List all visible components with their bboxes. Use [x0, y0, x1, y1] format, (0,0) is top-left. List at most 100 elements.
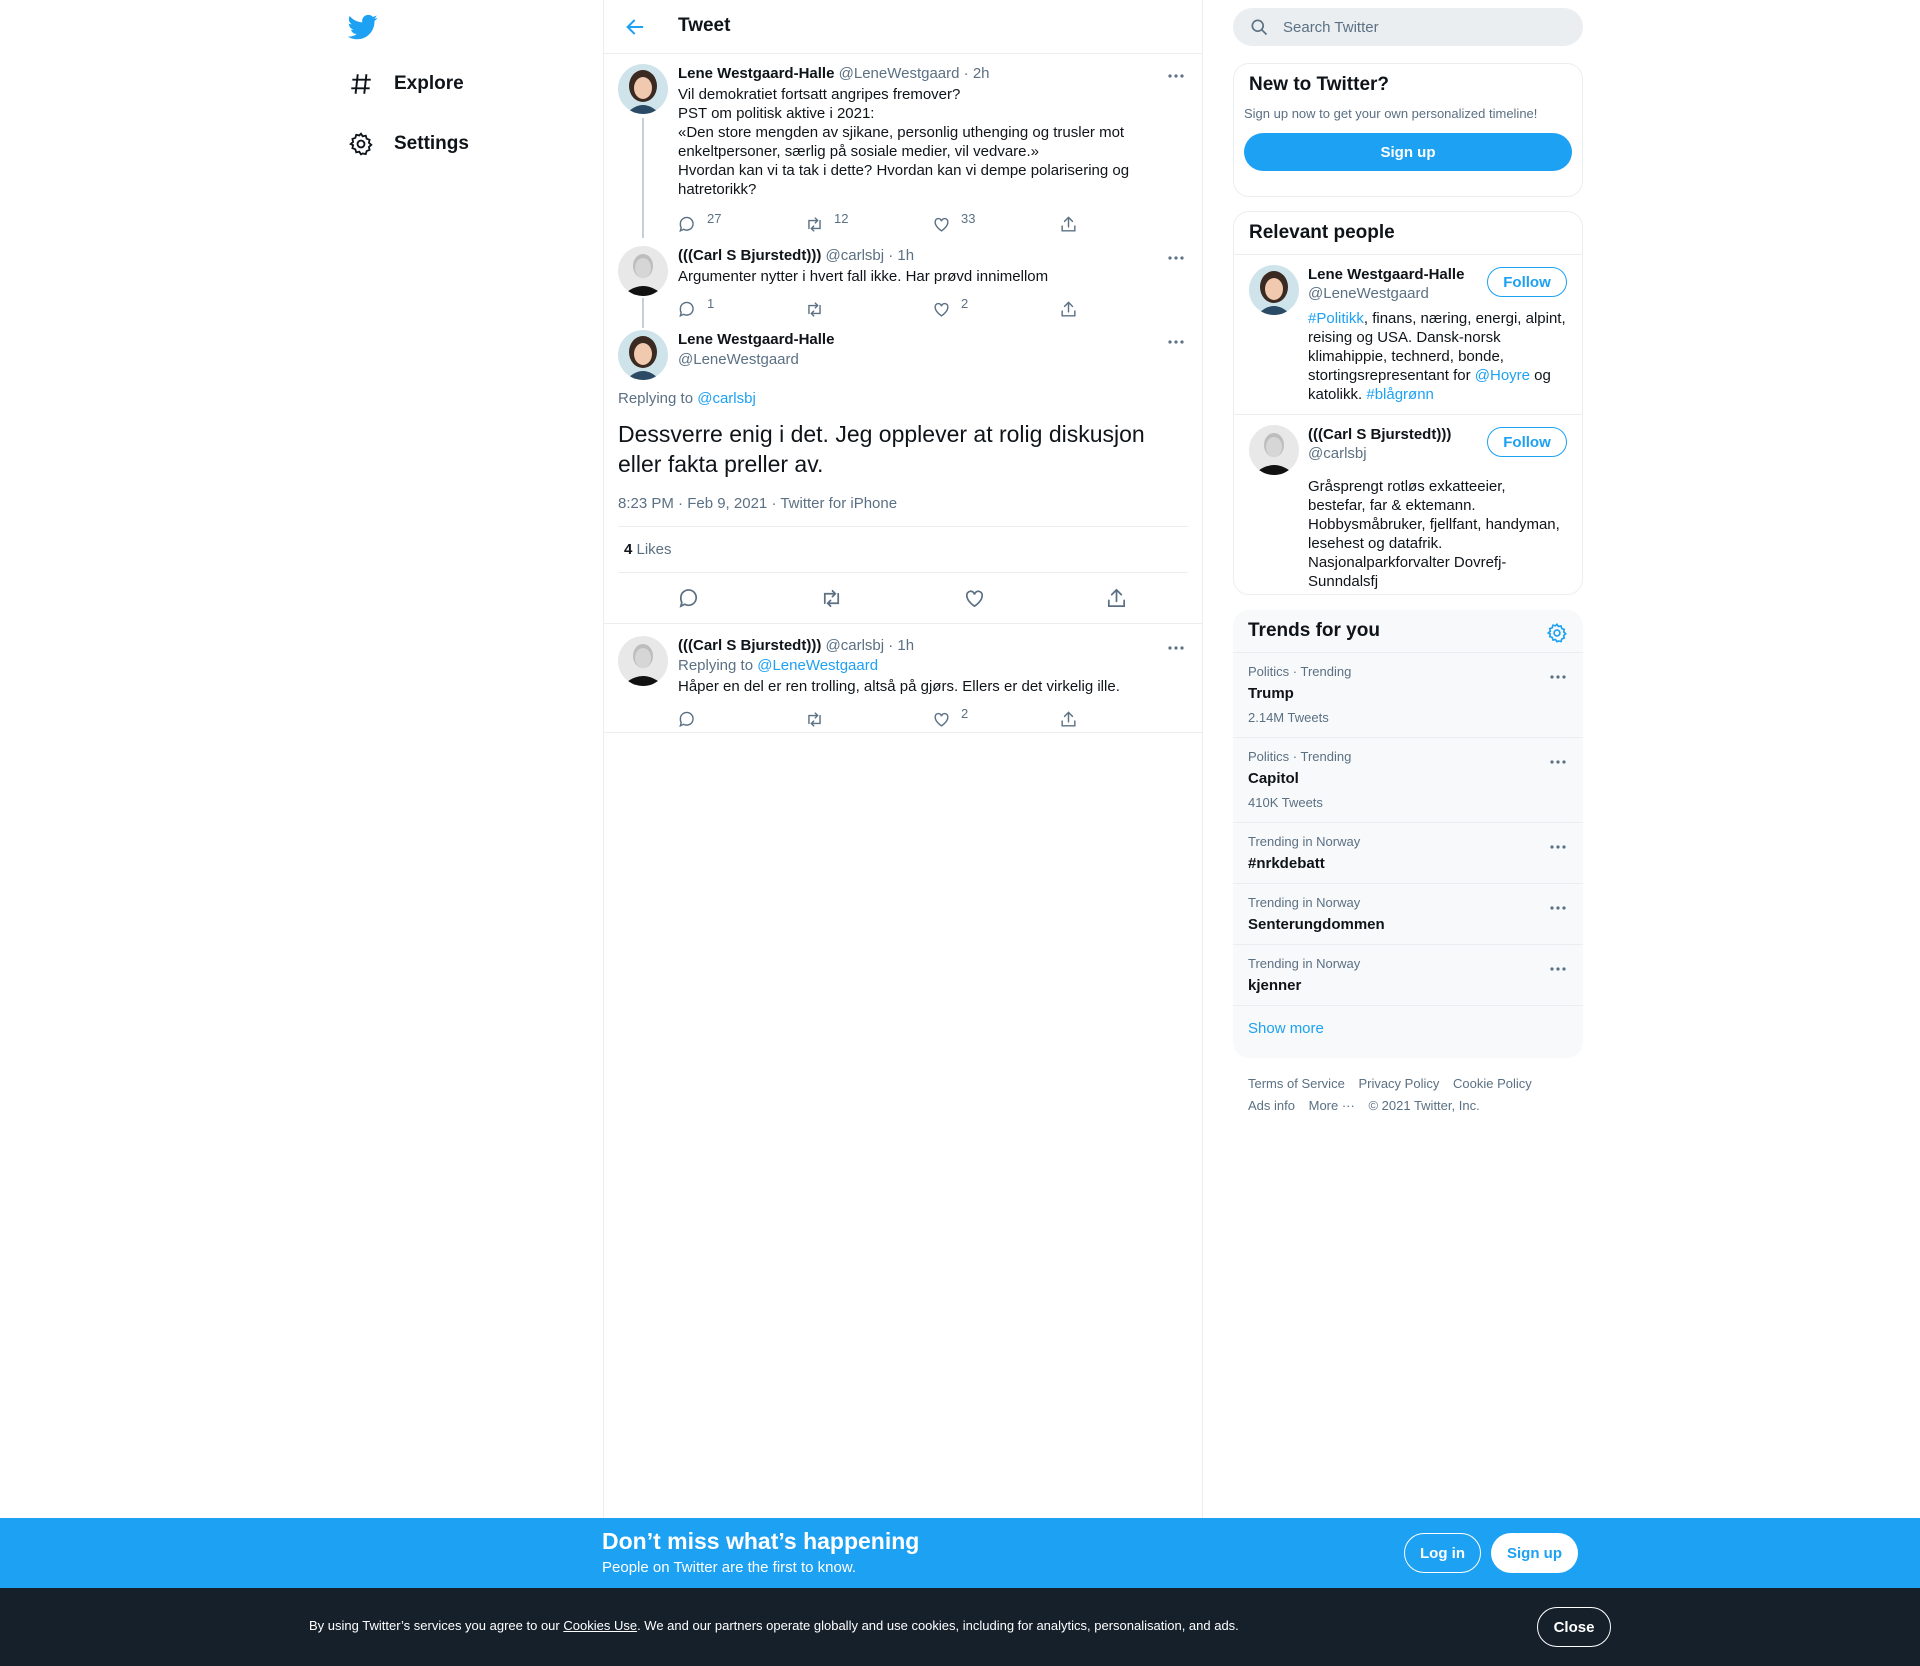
card-subtitle: Sign up now to get your own personalized…	[1244, 106, 1538, 121]
follow-button[interactable]: Follow	[1487, 267, 1567, 297]
share-button[interactable]	[1059, 300, 1186, 319]
author-handle[interactable]: @carlsbj	[826, 637, 885, 654]
tweet-header: (((Carl S Bjurstedt))) @carlsbj · 1h	[678, 246, 1186, 266]
author-handle[interactable]: @LeneWestgaard	[678, 350, 1188, 370]
cookies-use-link[interactable]: Cookies Use	[563, 1618, 637, 1633]
tweet-time[interactable]: · 1h	[888, 637, 914, 654]
trend-item[interactable]: Politics · Trending Capitol 410K Tweets	[1233, 737, 1583, 822]
share-icon[interactable]	[1105, 587, 1128, 610]
avatar[interactable]	[1249, 265, 1299, 315]
share-icon	[1061, 215, 1076, 232]
trend-item[interactable]: Trending in Norway kjenner	[1233, 944, 1583, 1005]
avatar[interactable]	[618, 636, 668, 686]
nav-explore[interactable]: Explore	[348, 64, 464, 104]
retweet-icon[interactable]	[820, 587, 843, 610]
share-button[interactable]	[1059, 215, 1186, 234]
tweet-text: Vil demokratiet fortsatt angripes fremov…	[678, 85, 1186, 199]
heart-icon[interactable]	[963, 587, 986, 610]
retweet-button[interactable]	[805, 300, 932, 319]
trend-item[interactable]: Trending in Norway #nrkdebatt	[1233, 822, 1583, 883]
like-button[interactable]: 2	[932, 296, 1059, 319]
more-options-icon[interactable]	[1166, 66, 1186, 86]
more-options-icon[interactable]	[1166, 638, 1186, 658]
log-in-button[interactable]: Log in	[1404, 1533, 1481, 1573]
thread-tweet[interactable]: (((Carl S Bjurstedt))) @carlsbj · 1h Arg…	[604, 232, 1202, 328]
author-handle[interactable]: @carlsbj	[826, 247, 885, 264]
reply-icon[interactable]	[678, 587, 701, 610]
search-box[interactable]	[1233, 8, 1583, 46]
like-count: 33	[961, 210, 976, 226]
reply-tweet[interactable]: (((Carl S Bjurstedt))) @carlsbj · 1h Rep…	[604, 623, 1202, 733]
replying-to-link[interactable]: @LeneWestgaard	[757, 657, 878, 674]
main-column: Tweet Lene Westgaard-Halle @LeneWestgaar…	[603, 0, 1203, 1520]
hashtag-link[interactable]: #Politikk	[1308, 310, 1364, 327]
thread-line	[642, 118, 644, 238]
hashtag-link[interactable]: #blågrønn	[1366, 386, 1434, 403]
more-options-icon[interactable]	[1166, 248, 1186, 268]
reply-button[interactable]	[678, 710, 805, 729]
twitter-logo-icon[interactable]	[348, 12, 378, 42]
like-button[interactable]: 2	[932, 706, 1059, 729]
signup-banner: Don’t miss what’s happening People on Tw…	[0, 1518, 1920, 1588]
footer-terms[interactable]: Terms of Service	[1248, 1076, 1345, 1091]
avatar[interactable]	[618, 64, 668, 114]
footer-cookie-policy[interactable]: Cookie Policy	[1453, 1076, 1532, 1091]
banner-subtitle: People on Twitter are the first to know.	[602, 1559, 857, 1576]
avatar[interactable]	[618, 246, 668, 296]
tweet-time[interactable]: · 2h	[964, 65, 990, 82]
author-handle[interactable]: @LeneWestgaard	[839, 65, 960, 82]
mention-link[interactable]: @Hoyre	[1475, 367, 1530, 384]
trend-item[interactable]: Politics · Trending Trump 2.14M Tweets	[1233, 652, 1583, 737]
show-more-label[interactable]: Show more	[1248, 1020, 1324, 1037]
follow-button[interactable]: Follow	[1487, 427, 1567, 457]
author-name[interactable]: Lene Westgaard-Halle	[678, 65, 834, 82]
search-input[interactable]	[1283, 18, 1563, 36]
close-button[interactable]: Close	[1537, 1607, 1611, 1647]
retweet-button[interactable]	[805, 710, 932, 729]
reply-button[interactable]: 27	[678, 211, 805, 234]
tweet-time[interactable]: · 1h	[888, 247, 914, 264]
footer-ads-info[interactable]: Ads info	[1248, 1098, 1295, 1113]
more-options-icon[interactable]	[1166, 332, 1186, 352]
retweet-icon	[808, 301, 821, 317]
tweet-timestamp[interactable]: 8:23 PM · Feb 9, 2021	[618, 495, 767, 512]
trend-meta: Trending in Norway	[1248, 895, 1361, 910]
heart-icon	[934, 217, 949, 232]
more-options-icon[interactable]	[1548, 898, 1568, 918]
avatar[interactable]	[1249, 425, 1299, 475]
author-name[interactable]: Lene Westgaard-Halle	[678, 330, 1188, 350]
author-name[interactable]: (((Carl S Bjurstedt)))	[678, 637, 821, 654]
footer-privacy[interactable]: Privacy Policy	[1358, 1076, 1439, 1091]
more-options-icon[interactable]	[1548, 837, 1568, 857]
nav-settings[interactable]: Settings	[348, 124, 469, 164]
trend-meta: Trending in Norway	[1248, 956, 1361, 971]
footer-more[interactable]: More ···	[1309, 1098, 1355, 1113]
person-item[interactable]: Follow (((Carl S Bjurstedt))) @carlsbj G…	[1234, 414, 1582, 592]
tweet-line: PST om politisk aktive i 2021:	[678, 105, 875, 122]
avatar[interactable]	[618, 330, 668, 380]
trend-meta: Politics · Trending	[1248, 664, 1352, 679]
share-button[interactable]	[1059, 710, 1186, 729]
likes-summary[interactable]: 4 Likes	[618, 527, 1188, 573]
tweet-text: Dessverre enig i det. Jeg opplever at ro…	[618, 421, 1145, 477]
like-button[interactable]: 33	[932, 211, 1059, 234]
back-arrow-icon[interactable]	[624, 16, 646, 38]
more-options-icon[interactable]	[1548, 752, 1568, 772]
reply-icon	[679, 216, 694, 232]
replying-to-link[interactable]: @carlsbj	[697, 390, 756, 407]
tweet-source[interactable]: Twitter for iPhone	[780, 495, 897, 512]
show-more-link[interactable]: Show more	[1233, 1005, 1583, 1051]
sign-up-button[interactable]: Sign up	[1244, 133, 1572, 171]
more-options-icon[interactable]	[1548, 667, 1568, 687]
gear-icon[interactable]	[1546, 622, 1568, 644]
sign-up-button[interactable]: Sign up	[1491, 1533, 1578, 1573]
author-block: Lene Westgaard-Halle @LeneWestgaard	[618, 330, 1188, 384]
author-name[interactable]: (((Carl S Bjurstedt)))	[678, 247, 821, 264]
retweet-button[interactable]: 12	[805, 211, 932, 234]
thread-tweet[interactable]: Lene Westgaard-Halle @LeneWestgaard · 2h…	[604, 54, 1202, 238]
reply-button[interactable]: 1	[678, 296, 805, 319]
person-item[interactable]: Follow Lene Westgaard-Halle @LeneWestgaa…	[1234, 254, 1582, 414]
footer-links: Terms of Service Privacy Policy Cookie P…	[1248, 1073, 1568, 1117]
trend-item[interactable]: Trending in Norway Senterungdommen	[1233, 883, 1583, 944]
more-options-icon[interactable]	[1548, 959, 1568, 979]
